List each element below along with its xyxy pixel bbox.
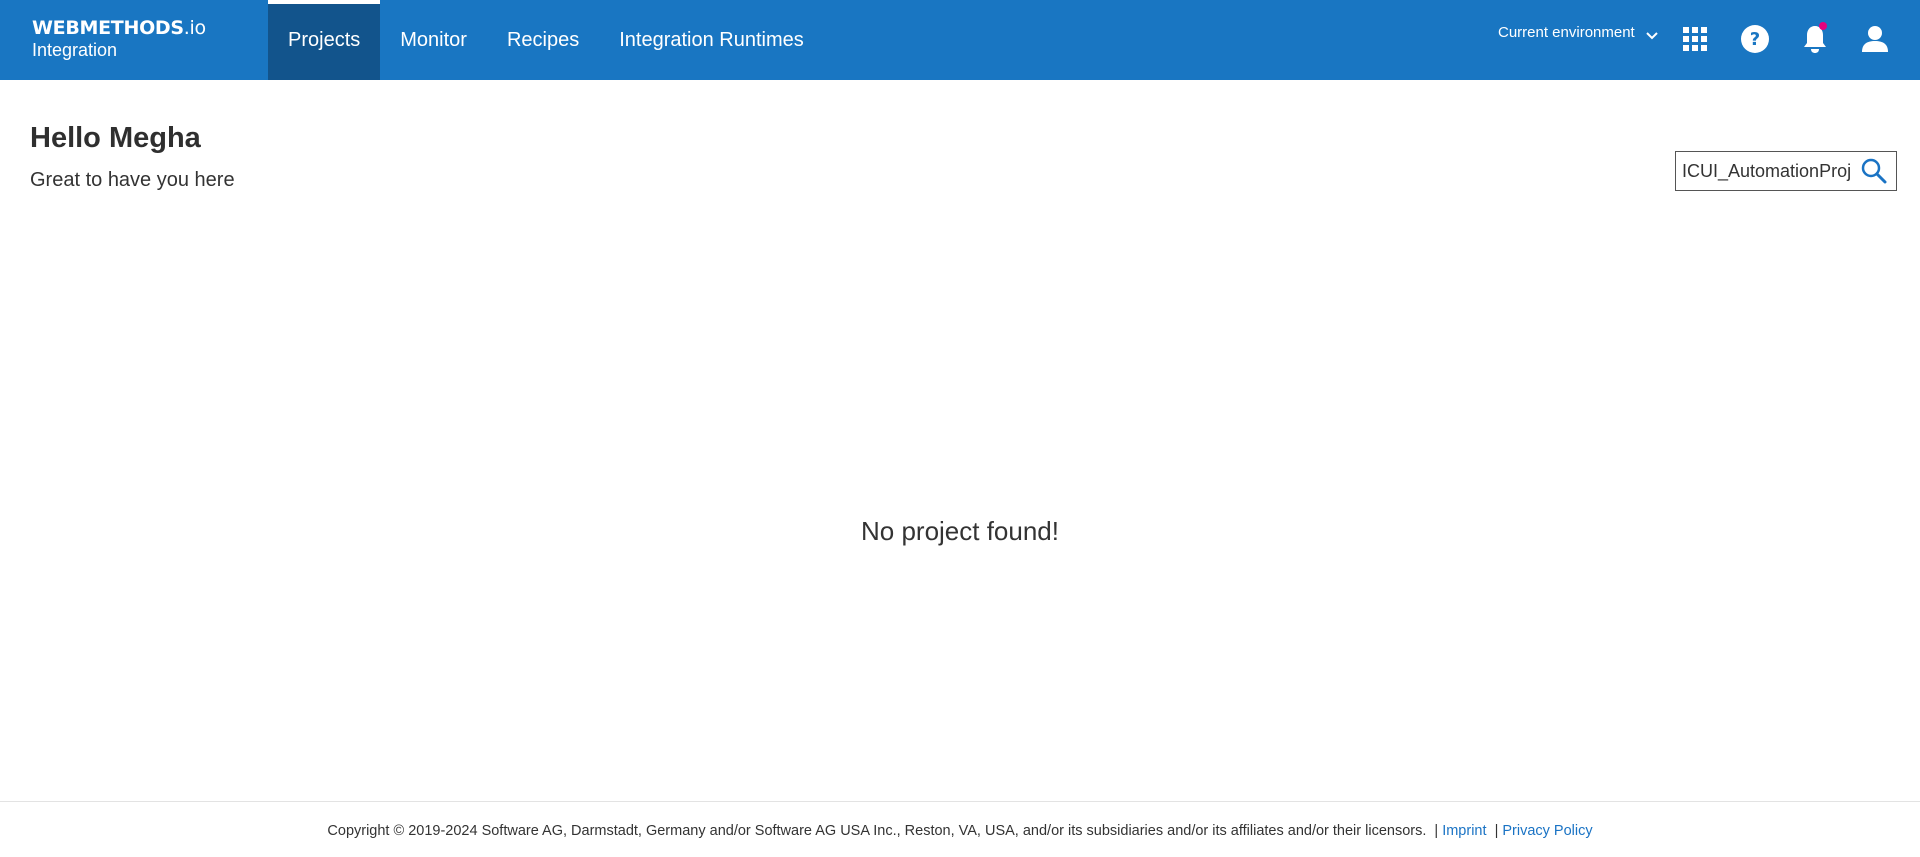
footer: Copyright © 2019-2024 Software AG, Darms…: [0, 801, 1920, 857]
search-input[interactable]: [1676, 153, 1856, 189]
nav-tab-projects[interactable]: Projects: [268, 0, 381, 80]
webmethods-logo[interactable]: WEBMETHODS.io Integration: [32, 19, 206, 60]
chevron-down-icon: [1645, 28, 1659, 45]
copyright-text: Copyright © 2019-2024 Software AG, Darms…: [327, 823, 1427, 839]
svg-text:?: ?: [1750, 29, 1760, 50]
footer-separator: |: [1494, 823, 1499, 839]
logo-product: Integration: [32, 40, 118, 60]
top-header: WEBMETHODS.io Integration Projects Monit…: [0, 0, 1920, 80]
greeting-title: Hello Megha: [30, 122, 201, 154]
notification-badge: [1819, 22, 1827, 30]
environment-label: Current environment: [1498, 23, 1635, 41]
imprint-link[interactable]: Imprint: [1442, 823, 1486, 839]
main-nav: Projects Monitor Recipes Integration Run…: [268, 0, 824, 80]
privacy-policy-link[interactable]: Privacy Policy: [1502, 823, 1592, 839]
help-icon[interactable]: ?: [1738, 22, 1772, 56]
nav-tab-recipes[interactable]: Recipes: [487, 0, 599, 80]
search-icon[interactable]: [1856, 153, 1892, 189]
footer-separator: |: [1434, 823, 1439, 839]
greeting-subtitle: Great to have you here: [30, 169, 235, 191]
nav-tab-integration-runtimes[interactable]: Integration Runtimes: [599, 0, 824, 80]
empty-state-message: No project found!: [860, 516, 1059, 546]
nav-tab-monitor[interactable]: Monitor: [380, 0, 487, 80]
logo-brand: WEBMETHODS.io: [32, 19, 206, 38]
project-search: [1675, 151, 1897, 191]
notification-bell-icon[interactable]: [1798, 22, 1832, 56]
logo-brand-suffix: .io: [183, 17, 206, 39]
user-icon[interactable]: [1858, 22, 1892, 56]
apps-grid-icon[interactable]: [1678, 22, 1712, 56]
environment-selector[interactable]: Current environment: [1498, 18, 1659, 46]
footer-text: Copyright © 2019-2024 Software AG, Darms…: [0, 823, 1920, 839]
logo-brand-bold: WEBMETHODS: [32, 17, 184, 39]
